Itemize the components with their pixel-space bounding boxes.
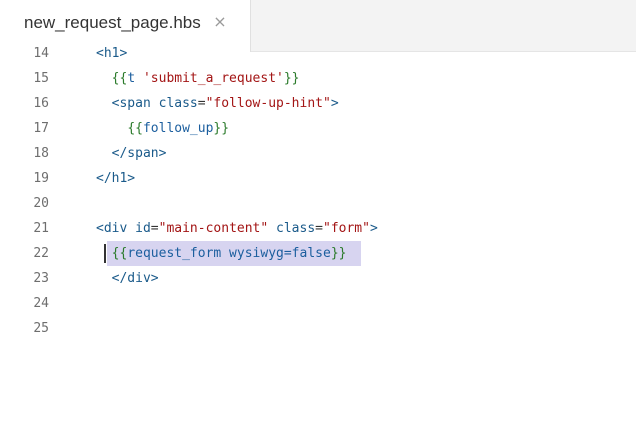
code-token: request_form wysiwyg=false: [127, 246, 331, 261]
line-number: 16: [33, 96, 49, 111]
line-number: 15: [33, 71, 49, 86]
code-token: <div: [96, 221, 136, 236]
code-line[interactable]: 19 </h1>: [0, 166, 636, 191]
code-token: {{: [111, 246, 128, 261]
line-number: 18: [33, 146, 49, 161]
code-line[interactable]: 14 <h1>: [0, 41, 636, 66]
code-line[interactable]: 17 {{follow_up}}: [0, 116, 636, 141]
code-token: }}: [283, 71, 300, 86]
code-token: <span: [111, 96, 159, 111]
line-number: 24: [33, 296, 49, 311]
code-token: >: [330, 96, 339, 111]
line-number: 25: [33, 321, 49, 336]
tab-label: new_request_page.hbs: [24, 13, 201, 32]
code-token: {{: [127, 121, 143, 136]
code-line[interactable]: 23 </div>: [0, 266, 636, 291]
code-line[interactable]: 25: [0, 316, 636, 341]
line-number: 14: [33, 46, 49, 61]
code-line[interactable]: 22 {{request_form wysiwyg=false}}: [0, 241, 636, 266]
code-text: </span>: [96, 141, 167, 166]
code-text: <h1>: [96, 41, 127, 66]
code-token: </div>: [111, 271, 159, 286]
code-line[interactable]: 16 <span class="follow-up-hint">: [0, 91, 636, 116]
code-token: }}: [213, 121, 230, 136]
line-number: 23: [33, 271, 49, 286]
code-text: {{request_form wysiwyg=false}}: [96, 241, 347, 266]
code-token: follow_up: [142, 121, 214, 136]
code-line[interactable]: 18 </span>: [0, 141, 636, 166]
code-line[interactable]: 24: [0, 291, 636, 316]
code-token: t: [127, 71, 143, 86]
code-token: </h1>: [96, 171, 136, 186]
line-number: 21: [33, 221, 49, 236]
code-token: class: [158, 96, 198, 111]
code-token: </span>: [111, 146, 167, 161]
code-line[interactable]: 20: [0, 191, 636, 216]
code-token: >: [369, 221, 378, 236]
code-text: {{t 'submit_a_request'}}: [96, 66, 300, 91]
code-token: =: [150, 221, 159, 236]
line-number: 22: [33, 246, 49, 261]
line-number: 20: [33, 196, 49, 211]
code-text: <div id="main-content" class="form">: [96, 216, 378, 241]
code-token: =: [315, 221, 323, 236]
code-line[interactable]: 15 {{t 'submit_a_request'}}: [0, 66, 636, 91]
code-token: <h1>: [96, 46, 128, 61]
code-editor[interactable]: 14 <h1> 15 {{t 'submit_a_request'}} 16 <spa…: [0, 40, 636, 436]
code-text: </h1>: [96, 166, 135, 191]
code-token: "follow-up-hint": [205, 96, 331, 111]
line-number: 17: [33, 121, 49, 136]
code-token: }}: [330, 246, 347, 261]
code-token: =: [197, 96, 206, 111]
code-token: {{: [111, 71, 128, 86]
code-text: <span class="follow-up-hint">: [96, 91, 339, 116]
code-token: "form": [323, 221, 370, 236]
code-editor-window: new_request_page.hbs × 14 <h1> 15 {{t 'sub…: [0, 0, 636, 436]
code-token: "main-content": [158, 221, 269, 236]
code-token: id: [135, 221, 151, 236]
code-token: 'submit_a_request': [142, 71, 284, 86]
code-token: class: [276, 221, 316, 236]
line-number: 19: [33, 171, 49, 186]
code-line[interactable]: 21 <div id="main-content" class="form">: [0, 216, 636, 241]
code-text: {{follow_up}}: [96, 116, 229, 141]
close-icon[interactable]: ×: [212, 12, 228, 32]
code-text: </div>: [96, 266, 159, 291]
